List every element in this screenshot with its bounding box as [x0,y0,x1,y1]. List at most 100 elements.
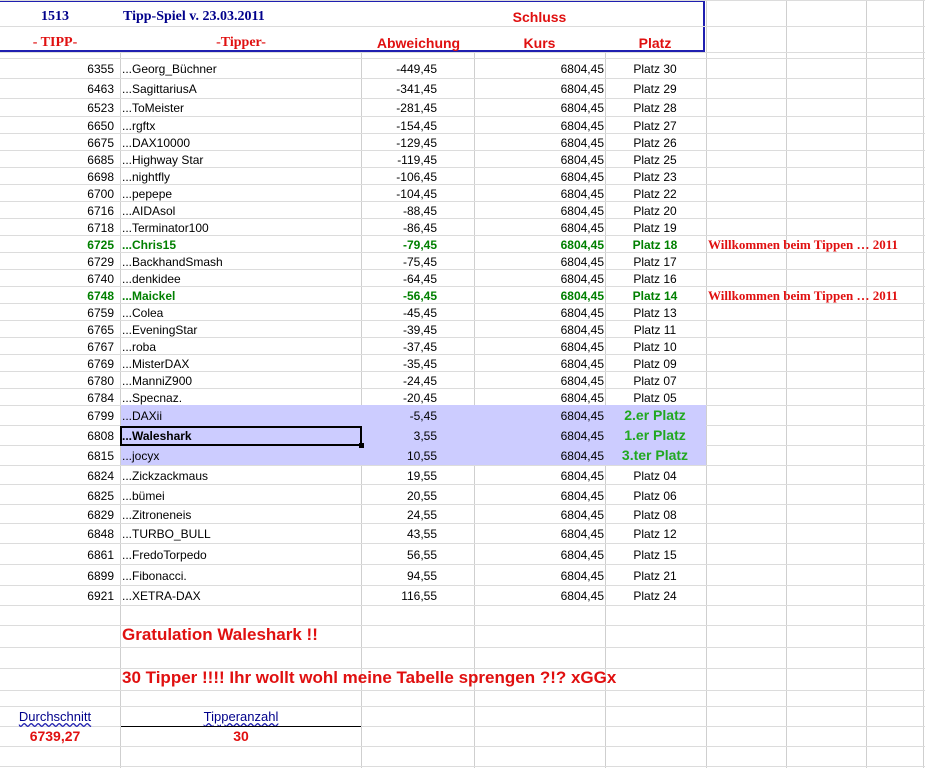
abweichung-cell[interactable]: -86,45 [361,221,437,235]
abweichung-cell[interactable]: -24,45 [361,374,437,388]
abweichung-cell[interactable]: 3,55 [361,429,437,443]
abweichung-cell[interactable]: -79,45 [361,238,437,252]
platz-cell[interactable]: Platz 07 [605,374,705,388]
tipp-cell[interactable]: 6848 [0,527,114,541]
abweichung-cell[interactable]: -129,45 [361,136,437,150]
kurs-cell[interactable]: 6804,45 [474,449,604,463]
tipper-cell[interactable]: ...roba [122,340,156,354]
tipp-cell[interactable]: 6685 [0,153,114,167]
kurs-cell[interactable]: 6804,45 [474,527,604,541]
platz-cell[interactable]: Platz 10 [605,340,705,354]
abweichung-cell[interactable]: 43,55 [361,527,437,541]
welcome-note[interactable]: Willkommen beim Tippen … 2011 [708,289,898,303]
tipper-cell[interactable]: ...bümei [122,489,165,503]
tipp-cell[interactable]: 6899 [0,569,114,583]
platz-cell[interactable]: Platz 05 [605,391,705,405]
platz-cell[interactable]: 3.ter Platz [605,448,705,462]
abweichung-cell[interactable]: 116,55 [361,589,437,603]
tipper-cell[interactable]: ...Georg_Büchner [122,62,217,76]
kurs-cell[interactable]: 6804,45 [474,255,604,269]
fill-handle[interactable] [359,443,364,448]
kurs-cell[interactable]: 6804,45 [474,170,604,184]
tipper-cell[interactable]: ...FredoTorpedo [122,548,207,562]
tipper-cell[interactable]: ...TURBO_BULL [122,527,211,541]
abweichung-cell[interactable]: -106,45 [361,170,437,184]
abweichung-cell[interactable]: 19,55 [361,469,437,483]
abweichung-cell[interactable]: -5,45 [361,409,437,423]
kurs-cell[interactable]: 6804,45 [474,187,604,201]
tipper-cell[interactable]: ...Chris15 [122,238,176,252]
platz-cell[interactable]: Platz 15 [605,548,705,562]
tipp-cell[interactable]: 6765 [0,323,114,337]
abweichung-cell[interactable]: -37,45 [361,340,437,354]
tipp-cell[interactable]: 6729 [0,255,114,269]
platz-cell[interactable]: Platz 09 [605,357,705,371]
kurs-cell[interactable]: 6804,45 [474,548,604,562]
platz-cell[interactable]: Platz 25 [605,153,705,167]
platz-cell[interactable]: Platz 21 [605,569,705,583]
tipp-cell[interactable]: 6829 [0,508,114,522]
tipp-cell[interactable]: 6824 [0,469,114,483]
tipper-cell[interactable]: ...Maickel [122,289,175,303]
tipper-cell[interactable]: ...Specnaz. [122,391,182,405]
tipp-cell[interactable]: 6748 [0,289,114,303]
abweichung-cell[interactable]: -341,45 [361,82,437,96]
platz-cell[interactable]: Platz 04 [605,469,705,483]
kurs-cell[interactable]: 6804,45 [474,82,604,96]
platz-cell[interactable]: Platz 27 [605,119,705,133]
tipper-cell[interactable]: ...jocyx [122,449,159,463]
tipp-cell[interactable]: 6698 [0,170,114,184]
abweichung-cell[interactable]: 94,55 [361,569,437,583]
abweichung-cell[interactable]: 20,55 [361,489,437,503]
abweichung-cell[interactable]: -35,45 [361,357,437,371]
tipp-cell[interactable]: 6767 [0,340,114,354]
platz-cell[interactable]: Platz 20 [605,204,705,218]
platz-cell[interactable]: 1.er Platz [605,428,705,442]
kurs-cell[interactable]: 6804,45 [474,323,604,337]
kurs-cell[interactable]: 6804,45 [474,272,604,286]
platz-cell[interactable]: Platz 30 [605,62,705,76]
abweichung-cell[interactable]: -39,45 [361,323,437,337]
abweichung-cell[interactable]: -104,45 [361,187,437,201]
tipper-cell[interactable]: ...Colea [122,306,163,320]
welcome-note[interactable]: Willkommen beim Tippen … 2011 [708,238,898,252]
platz-cell[interactable]: Platz 26 [605,136,705,150]
tipper-cell[interactable]: ...BackhandSmash [122,255,223,269]
platz-cell[interactable]: Platz 16 [605,272,705,286]
tipp-cell[interactable]: 6815 [0,449,114,463]
kurs-cell[interactable]: 6804,45 [474,357,604,371]
kurs-cell[interactable]: 6804,45 [474,374,604,388]
abweichung-cell[interactable]: -75,45 [361,255,437,269]
tipp-cell[interactable]: 6784 [0,391,114,405]
platz-cell[interactable]: Platz 19 [605,221,705,235]
platz-cell[interactable]: Platz 13 [605,306,705,320]
kurs-cell[interactable]: 6804,45 [474,409,604,423]
platz-cell[interactable]: Platz 23 [605,170,705,184]
platz-cell[interactable]: Platz 22 [605,187,705,201]
tipper-cell[interactable]: ...XETRA-DAX [122,589,201,603]
platz-cell[interactable]: Platz 12 [605,527,705,541]
platz-cell[interactable]: Platz 17 [605,255,705,269]
tipp-cell[interactable]: 6463 [0,82,114,96]
tipper-cell[interactable]: ...Zitroneneis [122,508,191,522]
abweichung-cell[interactable]: 10,55 [361,449,437,463]
tipp-cell[interactable]: 6740 [0,272,114,286]
kurs-cell[interactable]: 6804,45 [474,204,604,218]
tipp-cell[interactable]: 6825 [0,489,114,503]
platz-cell[interactable]: Platz 28 [605,101,705,115]
platz-cell[interactable]: 2.er Platz [605,408,705,422]
platz-cell[interactable]: Platz 18 [605,238,705,252]
tipp-cell[interactable]: 6700 [0,187,114,201]
platz-cell[interactable]: Platz 11 [605,323,705,337]
tipper-cell[interactable]: ...pepepe [122,187,172,201]
abweichung-cell[interactable]: -154,45 [361,119,437,133]
kurs-cell[interactable]: 6804,45 [474,429,604,443]
tipper-cell[interactable]: ...Zickzackmaus [122,469,208,483]
abweichung-cell[interactable]: -119,45 [361,153,437,167]
abweichung-cell[interactable]: 56,55 [361,548,437,562]
abweichung-cell[interactable]: -88,45 [361,204,437,218]
kurs-cell[interactable]: 6804,45 [474,136,604,150]
kurs-cell[interactable]: 6804,45 [474,62,604,76]
tipper-cell[interactable]: ...ManniZ900 [122,374,192,388]
tipper-cell[interactable]: ...Fibonacci. [122,569,187,583]
